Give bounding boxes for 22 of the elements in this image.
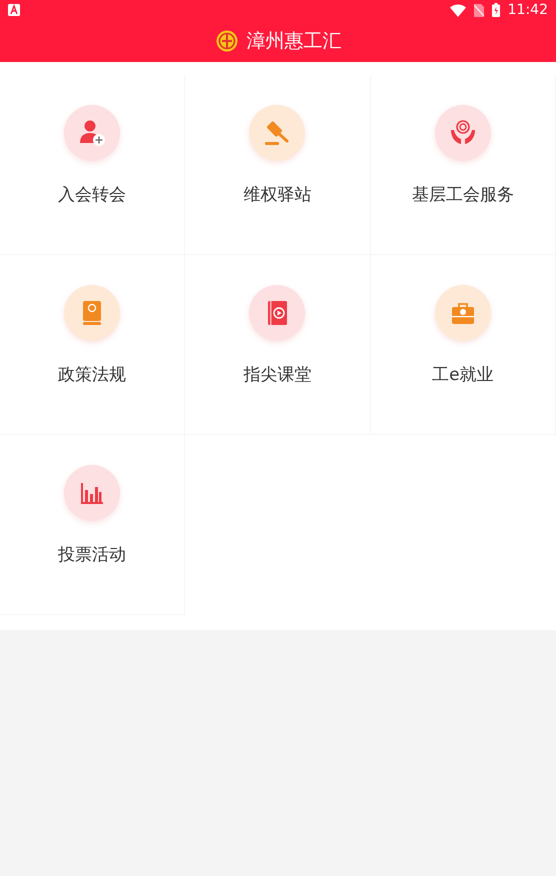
- battery-charging-icon: [492, 3, 500, 17]
- status-time: 11:42: [508, 0, 548, 20]
- service-label: 指尖课堂: [243, 364, 312, 387]
- service-tile[interactable]: 投票活动: [0, 435, 186, 615]
- service-tile[interactable]: 指尖课堂: [185, 255, 371, 435]
- no-sim-icon: [474, 4, 484, 16]
- service-label: 政策法规: [58, 364, 126, 387]
- union-emblem-icon: [214, 29, 238, 53]
- service-tile[interactable]: 入会转会: [0, 75, 186, 255]
- person-add-icon: [77, 118, 108, 148]
- notification-icon: [8, 4, 20, 16]
- service-label: 维权驿站: [243, 184, 312, 207]
- service-tile[interactable]: 工e就业: [370, 255, 556, 435]
- service-tile[interactable]: 政策法规: [0, 255, 186, 435]
- wifi-icon: [450, 4, 466, 16]
- service-label: 投票活动: [58, 544, 126, 567]
- service-label: 工e就业: [432, 364, 494, 387]
- service-label: 入会转会: [58, 184, 126, 207]
- service-tile[interactable]: 维权驿站: [185, 75, 371, 255]
- service-tile[interactable]: 基层工会服务: [370, 75, 556, 255]
- service-label: 基层工会服务: [412, 184, 514, 207]
- app-title: 漳州惠工汇: [246, 28, 342, 54]
